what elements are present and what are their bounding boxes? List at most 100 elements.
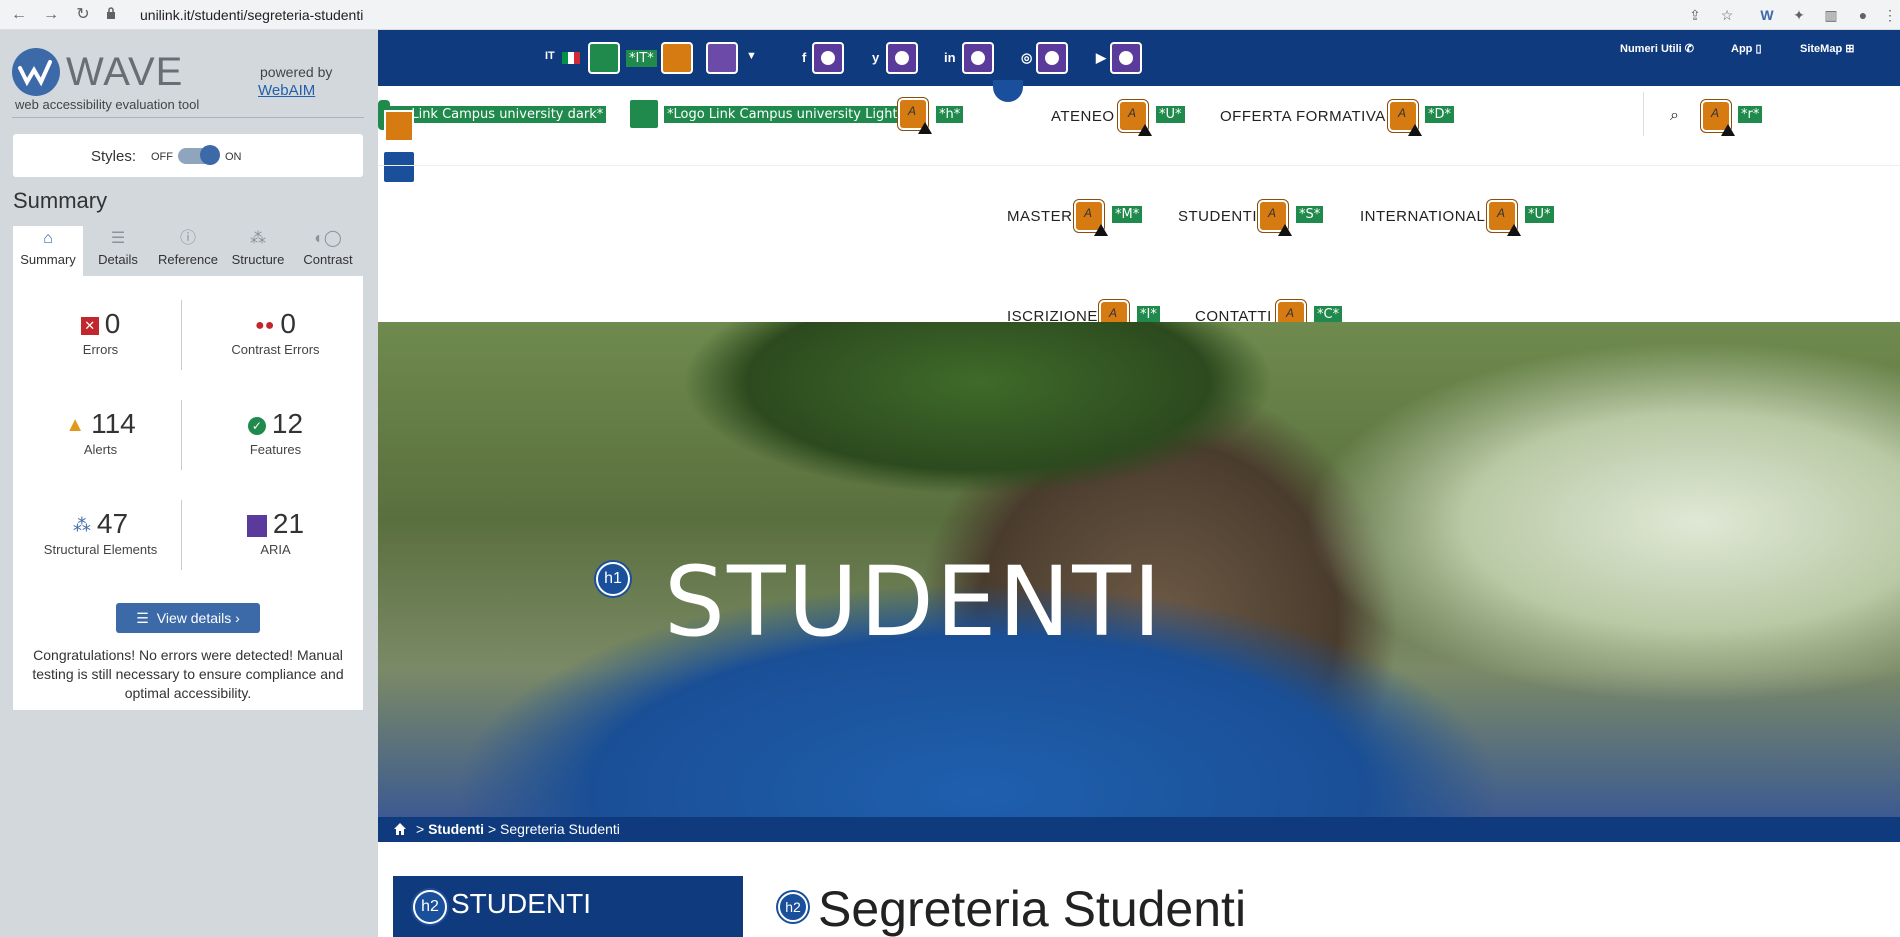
reload-icon[interactable]: ↻ [72,4,94,26]
bookmark-star-icon[interactable]: ☆ [1717,5,1737,25]
wave-alert-icon[interactable] [898,98,932,134]
chevron-down-icon[interactable]: ▼ [746,50,757,62]
h2-badge-icon[interactable]: h2 [413,890,447,924]
share-icon[interactable]: ⇪ [1685,5,1705,25]
logo-dark-alt: go Link Campus university dark* [388,106,607,123]
wave-error-icon[interactable] [812,42,844,74]
hierarchy-icon: ⁂ [250,230,266,247]
wave-error-icon[interactable] [962,42,994,74]
hero-image: h1 STUDENTI [378,322,1900,817]
breadcrumb-studenti[interactable]: Studenti [428,821,484,837]
styles-toggle-box: Styles: OFF ON [13,134,363,177]
numeri-utili-link[interactable]: Numeri Utili ✆ [1620,42,1694,55]
wave-image-icon[interactable] [628,98,660,130]
tab-structure[interactable]: ⁂ Structure [223,226,293,276]
wave-alert-icon[interactable] [1074,200,1108,236]
address-bar[interactable]: unilink.it/studenti/segreteria-studenti [98,3,1748,27]
wave-alert-icon[interactable] [1258,200,1292,236]
nav-offerta-formativa[interactable]: OFFERTA FORMATIVA [1220,108,1386,125]
lang-alt-label: *IT* [626,50,657,67]
contrast-icon: ◐◯ [314,230,342,247]
webaim-link[interactable]: WebAIM [258,82,315,99]
extensions-icon[interactable]: ✦ [1789,5,1809,25]
wave-alert-icon[interactable] [1487,200,1521,236]
wave-alert-icon[interactable] [384,110,414,142]
search-icon[interactable]: ⌕ [1670,107,1679,125]
logo-light-alt: *Logo Link Campus university Light* [664,106,908,123]
nav-studenti[interactable]: STUDENTI [1178,208,1257,225]
linkedin-icon[interactable]: in [944,50,956,65]
home-icon[interactable] [393,822,407,836]
wave-aria-icon[interactable] [706,42,738,74]
nav-ateneo[interactable]: ATENEO [1051,108,1115,125]
tab-summary[interactable]: ⌂ Summary [13,226,83,276]
nav-tag: *C* [1314,306,1343,323]
h1-badge-icon[interactable]: h1 [596,562,630,596]
language-label[interactable]: IT [545,50,555,62]
divider [12,117,364,118]
facebook-icon[interactable]: f [802,50,806,65]
breadcrumb-separator: > [484,821,501,837]
breadcrumb-separator: > [416,821,429,837]
nav-tag: *M* [1112,206,1143,223]
nav-tag: *I* [1137,306,1160,323]
logo-h-label: *h* [936,106,964,123]
structure-icon: ⁂ [72,515,91,536]
twitter-icon[interactable]: y [872,50,879,65]
wave-structure-icon[interactable] [382,150,416,184]
congrats-message: Congratulations! No errors were detected… [32,647,344,701]
summary-panel: ✕ 0 Errors ●● 0 Contrast Errors ▲ 114 Alert… [13,276,363,710]
wave-alert-icon[interactable] [1701,100,1735,136]
aria-icon [246,514,267,537]
wave-list-icon[interactable] [993,80,1023,102]
contrast-errors-stat[interactable]: ●● 0 Contrast Errors [188,308,363,357]
divider [1643,92,1644,136]
youtube-icon[interactable]: ▶ [1096,50,1106,66]
tab-contrast[interactable]: ◐◯ Contrast [293,226,363,276]
wave-alert-icon[interactable] [1388,100,1422,136]
page-title: Segreteria Studenti [818,881,1247,937]
sidepanel-icon[interactable]: ▥ [1821,5,1841,25]
styles-off-label: OFF [151,151,173,163]
list-icon: ☰ [136,610,149,626]
sidebar-header: h2 STUDENTI [393,876,743,937]
aria-stat[interactable]: 21 ARIA [188,508,363,557]
wave-alert-icon[interactable] [1118,100,1152,136]
wave-error-icon[interactable] [886,42,918,74]
wave-alert-icon[interactable] [661,42,693,74]
instagram-icon[interactable]: ◎ [1021,50,1032,66]
profile-icon[interactable]: ● [1853,5,1873,25]
site-topbar: IT *IT* ▼ f y in ◎ ▶ Numeri Utili ✆ App … [378,30,1900,86]
url-text: unilink.it/studenti/segreteria-studenti [140,7,364,23]
wave-sidebar: WAVE web accessibility evaluation tool p… [0,30,378,937]
nav-international[interactable]: INTERNATIONAL [1360,208,1485,225]
wave-title: WAVE [66,50,184,94]
contrast-error-icon: ●● [255,316,275,334]
wave-error-icon[interactable] [1036,42,1068,74]
wave-error-icon[interactable] [1110,42,1142,74]
forward-icon[interactable]: → [40,4,62,26]
sitemap-link[interactable]: SiteMap ⊞ [1800,42,1854,55]
error-icon: ✕ [80,316,99,335]
app-link[interactable]: App ▯ [1731,42,1762,55]
divider [378,165,1900,166]
wave-extension-icon[interactable]: W [1757,5,1777,25]
summary-heading: Summary [13,188,108,213]
tab-reference[interactable]: ⓘ Reference [153,226,223,276]
styles-toggle[interactable] [178,145,220,165]
back-icon[interactable]: ← [8,4,30,26]
alerts-stat[interactable]: ▲ 114 Alerts [13,408,188,457]
features-stat[interactable]: ✓ 12 Features [188,408,363,457]
h2-badge-icon[interactable]: h2 [778,892,808,922]
nav-tag: *S* [1296,206,1324,223]
home-icon: ⌂ [43,230,53,247]
errors-stat[interactable]: ✕ 0 Errors [13,308,188,357]
structural-stat[interactable]: ⁂ 47 Structural Elements [13,508,188,557]
wave-image-icon[interactable] [588,42,620,74]
italy-flag-icon [562,52,580,64]
menu-icon[interactable]: ⋮ [1880,5,1900,25]
hero-title: STUDENTI [664,546,1164,658]
view-details-button[interactable]: ☰ View details › [116,603,260,633]
tab-details[interactable]: ☰ Details [83,226,153,276]
nav-master[interactable]: MASTER [1007,208,1073,225]
